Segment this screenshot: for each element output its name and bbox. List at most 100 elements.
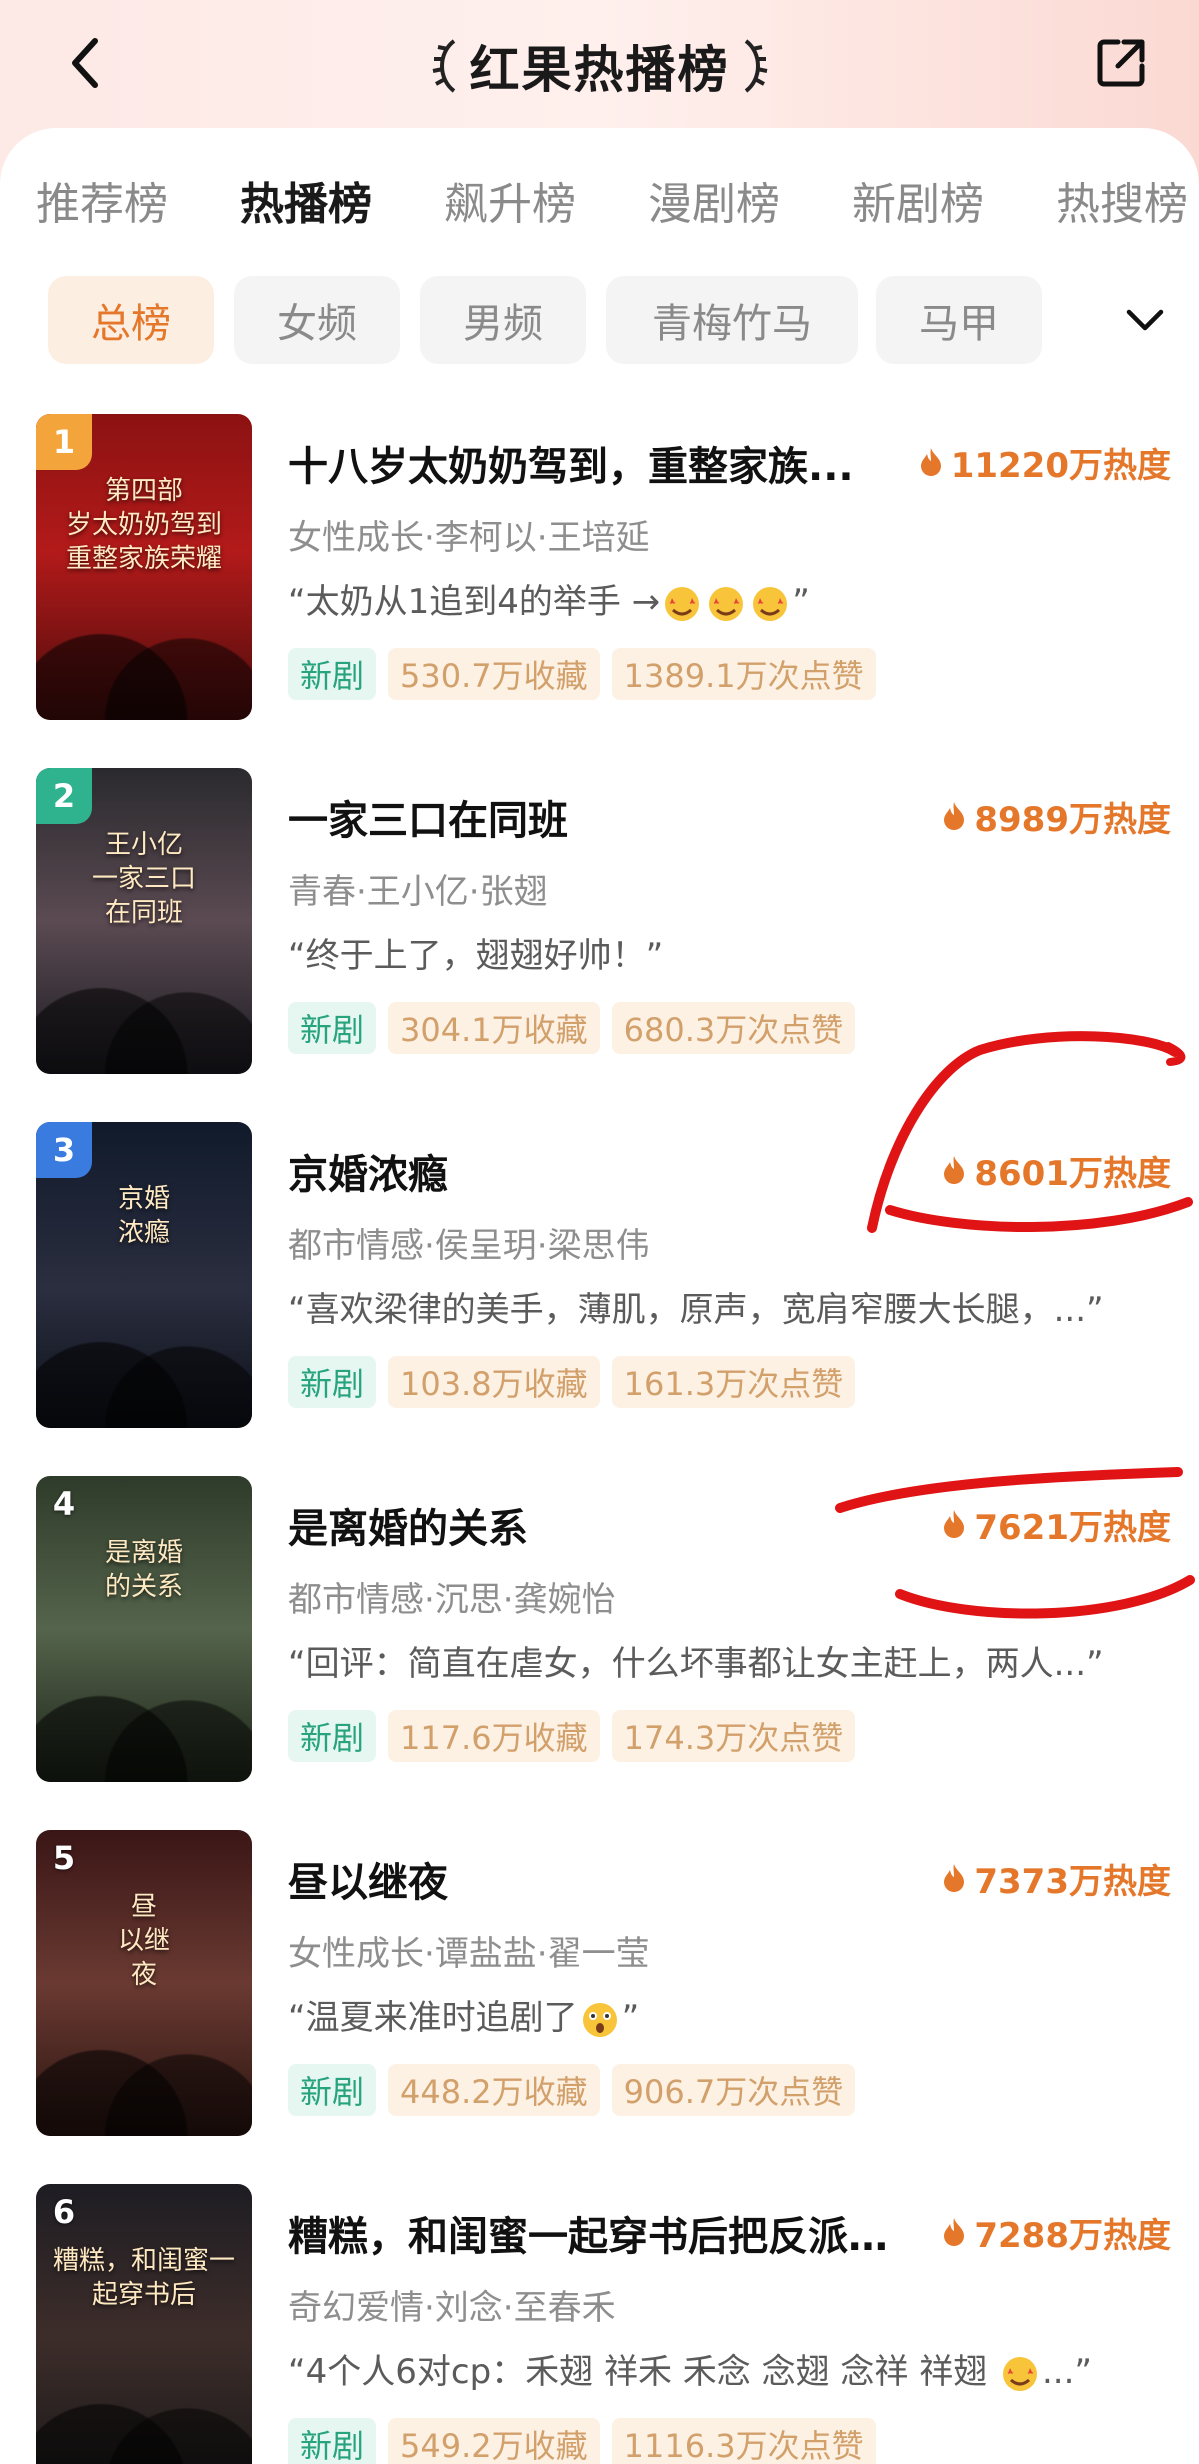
poster-caption: 王小亿 一家三口 在同班 (46, 828, 242, 930)
drama-title[interactable]: 是离婚的关系 (288, 1496, 888, 1552)
rank-badge: 4 (52, 1485, 76, 1523)
flame-icon (944, 1156, 965, 1184)
heat-score: 8601万热度 (942, 1142, 1171, 1198)
rank-badge: 3 (36, 1122, 92, 1178)
top-comment: “温夏来准时追剧了 ” (288, 1990, 1168, 2040)
star-struck-emoji (998, 2354, 1042, 2394)
drama-poster[interactable]: 糟糕，和闺蜜一起穿书后 6 (36, 2184, 252, 2464)
tag-row: 新剧 549.2万收藏 1116.3万次点赞 (288, 2418, 876, 2464)
drama-title[interactable]: 昼以继夜 (288, 1850, 888, 1906)
tab-comic[interactable]: 漫剧榜 (648, 170, 780, 240)
genre-cast: 都市情感·沉思·龚婉怡 (288, 1580, 616, 1620)
likes-count: 174.3万次点赞 (611, 1710, 856, 1762)
comment-text: “太奶从1追到4的举手 → (288, 582, 661, 622)
heat-value: 8601万热度 (974, 1153, 1171, 1194)
drama-poster[interactable]: 第四部 岁太奶奶驾到 重整家族荣耀 1 (36, 414, 252, 720)
poster-caption: 是离婚 的关系 (46, 1536, 242, 1604)
drama-poster[interactable]: 王小亿 一家三口 在同班 2 (36, 768, 252, 1074)
top-comment: “喜欢梁律的美手，薄肌，原声，宽肩窄腰大长腿，...” (288, 1282, 1168, 1332)
poster-caption-line: 以继 (117, 1926, 170, 1956)
filter-bar: 总榜 女频 男频 青梅竹马 马甲 (0, 276, 1199, 366)
favorites-count: 117.6万收藏 (388, 1710, 600, 1762)
share-button[interactable] (1090, 30, 1154, 94)
poster-figures (36, 924, 252, 1074)
top-comment: “4个人6对cp：禾翅 祥禾 禾念 念翅 念祥 祥翅 ...” (288, 2344, 1168, 2394)
page-title: 红果热播榜 (469, 41, 730, 99)
star-struck-emoji (660, 584, 704, 624)
new-drama-tag: 新剧 (288, 2418, 377, 2464)
ranking-item[interactable]: 京婚 浓瘾 3 京婚浓瘾 8601万热度 都市情感·侯呈玥·梁思伟 “喜欢梁律的美手，薄肌，… (0, 1122, 1199, 1442)
comment-text: “终于上了，翅翅好帅！” (288, 936, 664, 976)
ranking-item[interactable]: 糟糕，和闺蜜一起穿书后 6 糟糕，和闺蜜一起穿书后把反派... 7288万热度 奇幻爱情… (0, 2184, 1199, 2464)
likes-count: 680.3万次点赞 (611, 1002, 856, 1054)
tag-row: 新剧 304.1万收藏 680.3万次点赞 (288, 1002, 856, 1054)
drama-poster[interactable]: 是离婚的关系 4 (36, 1476, 252, 1782)
comment-text-end: ...” (1042, 2352, 1093, 2392)
new-drama-tag: 新剧 (288, 1002, 377, 1054)
poster-caption: 昼以继夜 (46, 1890, 242, 1992)
favorites-count: 304.1万收藏 (388, 1002, 600, 1054)
page-title-group: 红果热播榜 (0, 30, 1199, 102)
heat-value: 7621万热度 (974, 1507, 1171, 1548)
tab-new[interactable]: 新剧榜 (852, 170, 984, 240)
flame-icon (944, 1864, 965, 1892)
poster-caption-line: 是离婚 (104, 1538, 183, 1568)
heat-score: 7373万热度 (942, 1850, 1171, 1906)
top-bar: 红果热播榜 (0, 0, 1199, 130)
poster-caption: 糟糕，和闺蜜一起穿书后 (46, 2244, 242, 2312)
ranking-item[interactable]: 是离婚 的关系 4 是离婚的关系 7621万热度 都市情感·沉思·龚婉怡 “回评：简直在虐女… (0, 1476, 1199, 1796)
heat-value: 11220万热度 (950, 445, 1171, 486)
flame-icon (944, 802, 965, 830)
tab-hot-search[interactable]: 热搜榜 (1056, 170, 1188, 240)
laurel-left-icon (432, 39, 455, 93)
drama-poster[interactable]: 京婚 浓瘾 3 (36, 1122, 252, 1428)
filter-female[interactable]: 女频 (234, 276, 400, 364)
comment-text: “4个人6对cp：禾翅 祥禾 禾念 念翅 念祥 祥翅 (288, 2352, 998, 2392)
comment-text: “喜欢梁律的美手，薄肌，原声，宽肩窄腰大长腿，...” (288, 1290, 1104, 1330)
astonished-emoji (578, 2000, 622, 2040)
favorites-count: 530.7万收藏 (388, 648, 600, 700)
likes-count: 1389.1万次点赞 (611, 648, 876, 700)
heat-value: 7288万热度 (974, 2215, 1171, 2256)
drama-poster[interactable]: 昼以继夜 5 (36, 1830, 252, 2136)
rank-badge: 5 (52, 1839, 76, 1877)
heat-score: 8989万热度 (942, 788, 1171, 844)
ranking-item[interactable]: 第四部 岁太奶奶驾到 重整家族荣耀 1 十八岁太奶奶驾到，重整家族... 11220万热度… (0, 414, 1199, 734)
heat-value: 7373万热度 (974, 1861, 1171, 1902)
filter-male[interactable]: 男频 (420, 276, 586, 364)
genre-cast: 青春·王小亿·张翅 (288, 872, 548, 912)
drama-title[interactable]: 一家三口在同班 (288, 788, 888, 844)
flame-icon (920, 448, 941, 476)
filter-all[interactable]: 总榜 (48, 276, 214, 364)
tag-row: 新剧 530.7万收藏 1389.1万次点赞 (288, 648, 876, 700)
tab-hot-play[interactable]: 热播榜 (240, 170, 372, 240)
tag-row: 新剧 103.8万收藏 161.3万次点赞 (288, 1356, 856, 1408)
filter-hidden-identity[interactable]: 马甲 (876, 276, 1042, 364)
comment-text: “回评：简直在虐女，什么坏事都让女主赶上，两人...” (288, 1644, 1104, 1684)
poster-caption-line: 第四部 (104, 476, 183, 506)
genre-cast: 女性成长·谭盐盐·翟一莹 (288, 1934, 650, 1974)
drama-title[interactable]: 糟糕，和闺蜜一起穿书后把反派... (288, 2204, 888, 2260)
heat-score: 7288万热度 (942, 2204, 1171, 2260)
poster-figures (36, 1278, 252, 1428)
tab-rising[interactable]: 飙升榜 (444, 170, 576, 240)
poster-caption-line: 糟糕，和闺蜜一起穿书后 (52, 2246, 235, 2310)
favorites-count: 549.2万收藏 (388, 2418, 600, 2464)
likes-count: 906.7万次点赞 (611, 2064, 856, 2116)
rank-badge: 1 (36, 414, 92, 470)
filter-more-button[interactable] (1110, 276, 1180, 364)
ranking-item[interactable]: 王小亿 一家三口 在同班 2 一家三口在同班 8989万热度青春·王小亿·张翅 “终于上了，… (0, 768, 1199, 1088)
drama-title[interactable]: 京婚浓瘾 (288, 1142, 888, 1198)
ranking-item[interactable]: 昼以继夜 5 昼以继夜 7373万热度 女性成长·谭盐盐·翟一莹 “温夏来准时追剧了” 新剧… (0, 1830, 1199, 2150)
poster-caption-line: 的关系 (104, 1572, 183, 1602)
genre-cast: 女性成长·李柯以·王培延 (288, 518, 650, 558)
laurel-right-icon (744, 39, 767, 93)
drama-title[interactable]: 十八岁太奶奶驾到，重整家族... (288, 434, 888, 490)
filter-childhood-sweethearts[interactable]: 青梅竹马 (606, 276, 858, 364)
poster-caption-line: 昼 (130, 1892, 157, 1922)
new-drama-tag: 新剧 (288, 1356, 377, 1408)
flame-icon (944, 2218, 965, 2246)
poster-figures (36, 1986, 252, 2136)
tab-recommend[interactable]: 推荐榜 (36, 170, 168, 240)
poster-caption-line: 王小亿 (104, 830, 183, 860)
